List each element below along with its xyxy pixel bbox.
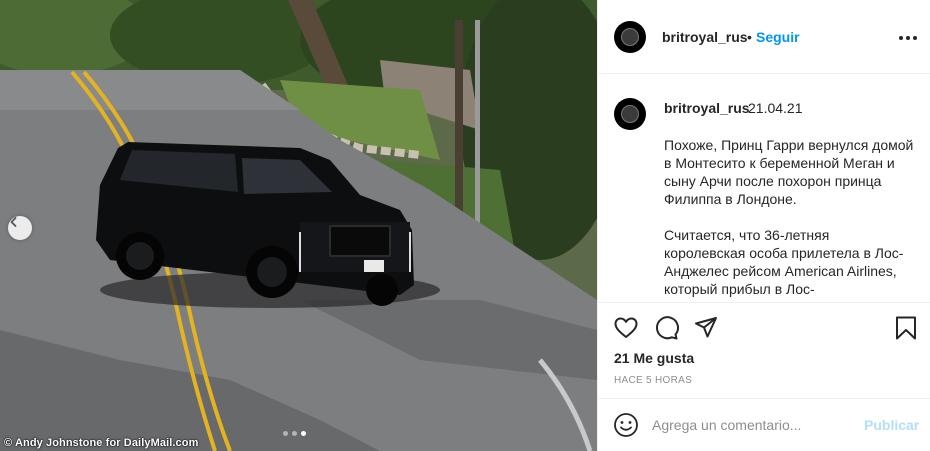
- header-username[interactable]: britroyal_rus: [662, 29, 748, 45]
- carousel-dots: [283, 431, 306, 436]
- publish-button[interactable]: Publicar: [864, 417, 919, 433]
- more-options-icon[interactable]: [899, 36, 917, 40]
- post-time-ago[interactable]: HACE 5 HORAS: [614, 375, 692, 386]
- comment-input[interactable]: [652, 414, 852, 436]
- header-separator: •: [747, 29, 752, 45]
- post-header: britroyal_rus • Seguir: [598, 0, 930, 74]
- add-comment-bar: Publicar: [598, 398, 930, 451]
- chevron-left-icon: [10, 217, 17, 227]
- likes-count[interactable]: 21 Me gusta: [614, 350, 694, 366]
- photo-scene: [0, 0, 597, 451]
- avatar[interactable]: [614, 98, 646, 130]
- bookmark-icon[interactable]: [893, 315, 919, 341]
- caption-section: britroyal_rus 21.04.21 Похоже, Принц Гар…: [598, 74, 930, 303]
- follow-button[interactable]: Seguir: [756, 29, 800, 45]
- caption-date: 21.04.21: [748, 100, 803, 116]
- caption-username[interactable]: britroyal_rus: [664, 100, 750, 116]
- carousel-dot: [283, 431, 288, 436]
- emoji-icon[interactable]: [613, 412, 639, 438]
- photo-credit: © Andy Johnstone for DailyMail.com: [4, 437, 199, 449]
- caption-paragraph: Считается, что 36-летняя королевская осо…: [664, 227, 904, 297]
- share-icon[interactable]: [693, 315, 719, 341]
- carousel-dot-active: [301, 431, 306, 436]
- action-bar: [598, 303, 930, 353]
- carousel-dot: [292, 431, 297, 436]
- post-photo[interactable]: © Andy Johnstone for DailyMail.com: [0, 0, 597, 451]
- caption-text: Похоже, Принц Гарри вернулся домой в Мон…: [664, 136, 914, 302]
- caption-paragraph: Похоже, Принц Гарри вернулся домой в Мон…: [664, 137, 914, 207]
- post-side-panel: britroyal_rus • Seguir britroyal_rus 21.…: [597, 0, 930, 451]
- avatar[interactable]: [614, 21, 646, 53]
- heart-icon[interactable]: [613, 315, 639, 341]
- comment-icon[interactable]: [653, 315, 679, 341]
- carousel-prev-button[interactable]: [8, 216, 32, 240]
